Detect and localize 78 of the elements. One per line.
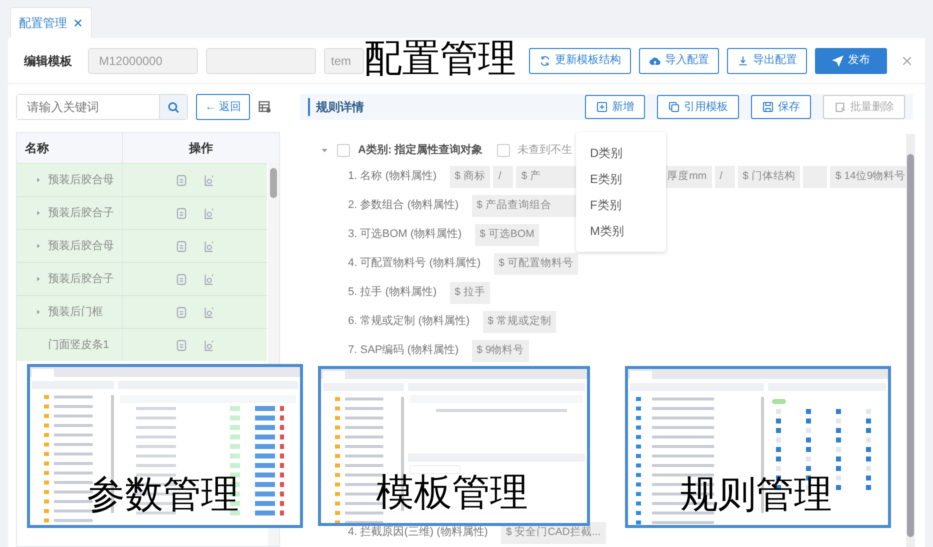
tree-item-label[interactable]: 门面竖皮条1 [48, 336, 110, 354]
overlay-caption: 规则管理 [680, 476, 832, 514]
rule-label: 4. 可配置物料号 (物料属性) [348, 256, 481, 272]
overlay-caption: 模板管理 [376, 474, 528, 512]
send-icon [832, 54, 844, 66]
publish-button[interactable]: 发布 [815, 48, 887, 74]
toolbar-button[interactable]: 导出配置 [727, 48, 807, 74]
rule-label: 6. 常规或定制 (物料属性) [348, 314, 470, 330]
copy-icon[interactable] [175, 240, 188, 252]
checkbox-label: 未查到不生 [518, 142, 573, 158]
copy-icon[interactable] [175, 174, 188, 186]
toolbar-button[interactable]: 引用模板 [657, 95, 739, 119]
token-chip: $ 门体结构 [738, 166, 800, 188]
toolbar-button[interactable]: 导入配置 [639, 48, 719, 74]
checkbox[interactable] [337, 144, 350, 156]
tree-item-label[interactable]: 预装后胶合子 [48, 204, 114, 222]
token-chip: $ 可配置物料号 [494, 252, 578, 274]
toolbar-button[interactable]: 更新模板结构 [529, 48, 631, 74]
save-icon [762, 101, 774, 113]
token-chip: $ 常规或定制 [482, 310, 556, 332]
copy-icon[interactable] [175, 272, 188, 286]
tab[interactable]: 配置管理 [10, 7, 92, 38]
token-chip: $ 商标 [450, 166, 490, 188]
rule-label: 3. 可选BOM (物料属性) [348, 227, 462, 242]
overlay-caption: 参数管理 [87, 476, 239, 514]
rule-label: 7. SAP编码 (物料属性) [348, 343, 459, 358]
tree-item-label[interactable]: 预装后胶合母 [48, 238, 114, 254]
copy-icon[interactable] [175, 306, 188, 318]
scrollbar-thumb[interactable] [270, 168, 277, 198]
search-field[interactable]: 请输入关键词 [16, 94, 188, 120]
rule-label: 5. 拉手 (物料属性) [348, 285, 437, 300]
edit-icon[interactable] [202, 174, 215, 186]
table-settings-icon[interactable] [258, 100, 272, 114]
token-chip: $ 可选BOM [474, 224, 540, 246]
copy-icon[interactable] [175, 338, 188, 352]
checkbox[interactable] [496, 144, 510, 156]
overlay-title: 配置管理 [364, 40, 516, 78]
expand-caret-icon[interactable] [35, 176, 42, 184]
edit-icon[interactable] [202, 306, 215, 318]
rule-label: 1. 名称 (物料属性) [348, 169, 437, 184]
edit-icon[interactable] [202, 272, 215, 286]
toolbar-label: 编辑模板 [24, 52, 72, 70]
download-icon [737, 54, 749, 66]
expand-caret-icon[interactable] [35, 242, 42, 250]
token-chip: $ 拉手 [450, 282, 490, 304]
tree-item-label[interactable]: 预装后胶合子 [48, 270, 114, 288]
close-icon[interactable] [73, 18, 83, 28]
copy-icon [668, 101, 680, 113]
search-button[interactable] [159, 95, 187, 119]
close-icon[interactable] [901, 54, 913, 66]
expand-caret-icon[interactable] [35, 209, 42, 217]
edit-icon[interactable] [202, 338, 215, 352]
menu-item[interactable]: D类别 [576, 140, 666, 166]
column-header: 操作 [188, 140, 214, 157]
edit-icon[interactable] [202, 206, 215, 220]
token-chip: / [493, 166, 514, 188]
group-label: A类别: 指定属性查询对象 [358, 142, 483, 158]
edit-icon[interactable] [202, 240, 215, 252]
refresh-icon [539, 54, 551, 66]
menu-item[interactable]: M类别 [576, 218, 666, 244]
expand-caret-icon[interactable] [35, 308, 42, 316]
toolbar-button[interactable]: 保存 [751, 95, 811, 119]
rule-label: 2. 参数组合 (物料属性) [348, 198, 459, 214]
plus-square-icon [596, 101, 608, 113]
copy-icon[interactable] [175, 206, 188, 220]
token-chip: / [714, 166, 735, 188]
token-chip: $ 9物料号 [472, 340, 530, 362]
rule-label: 4. 拦截原因(三维) (物料属性) [348, 525, 488, 540]
back-button[interactable]: ← 返回 [196, 94, 250, 120]
expand-caret-icon[interactable] [35, 275, 42, 283]
search-icon [167, 100, 180, 114]
toolbar-button[interactable]: 新增 [585, 95, 645, 119]
scrollbar-thumb[interactable] [907, 154, 914, 537]
tree-item-label[interactable]: 预装后胶合母 [48, 172, 114, 188]
cloud-upload-icon [649, 54, 661, 66]
tree-item-label[interactable]: 预装后门框 [48, 304, 103, 320]
delete-icon [834, 101, 846, 113]
section-title: 规则详情 [308, 98, 364, 116]
